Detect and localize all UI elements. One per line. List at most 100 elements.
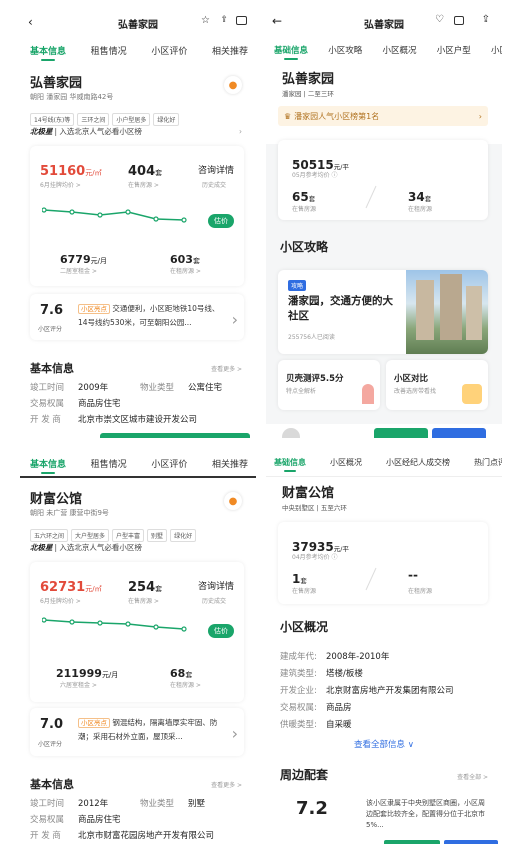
call-button[interactable] — [432, 428, 486, 438]
tag: 大户型居多 — [71, 529, 110, 542]
tab-recommend[interactable]: 相关推荐 — [212, 457, 248, 470]
on-rent-count[interactable]: 603套 — [170, 248, 200, 267]
community-name: 财富公馆 — [30, 492, 83, 507]
info-row: 开 发 商北京市财富花园房地产开发有限公司 — [30, 831, 215, 841]
address: 朝阳 未广营 康营中街9号 — [30, 509, 109, 517]
avg-price[interactable]: 51160元/㎡ — [40, 160, 102, 179]
rank-text: | 入选北京人气必看小区榜 — [54, 543, 142, 552]
message-icon[interactable] — [236, 16, 247, 25]
rent-count[interactable]: -- — [408, 568, 418, 582]
sale-count[interactable]: 65套 — [292, 186, 315, 205]
tab-rent-sale[interactable]: 租售情况 — [91, 44, 127, 57]
tag-list: 14号线(东)等 三环之间 小户型居多 绿化好 — [30, 107, 182, 126]
on-sale-count[interactable]: 254套 — [128, 576, 162, 595]
tab-basic[interactable]: 基本信息 — [30, 457, 66, 474]
info-row: 交易权属 商品房住宅 — [30, 399, 121, 409]
rent-label: 六居室租金 > — [60, 682, 97, 689]
on-rent-label: 在租房源 > — [170, 682, 201, 689]
rent-price[interactable]: 6779元/月 — [60, 248, 107, 267]
tag: 绿化好 — [153, 113, 180, 126]
overview-row: 开发企业: 北京财富房地产开发集团有限公司 — [280, 686, 454, 696]
tab-recommend[interactable]: 相关推荐 — [212, 44, 248, 57]
chevron-right-icon: › — [239, 127, 242, 136]
view-more-link[interactable]: 查看更多 > — [211, 364, 242, 373]
view-more-link[interactable]: 查看更多 > — [211, 780, 242, 789]
share-icon[interactable]: ⇪ — [482, 14, 490, 25]
tab-rent-sale[interactable]: 租售情况 — [91, 457, 127, 470]
price-card: 37935元/平 04月参考均价 ⓘ 1套 在售房源 -- 在租房源 — [278, 522, 488, 604]
estimate-button[interactable]: 估价 — [208, 214, 234, 228]
tag-list: 五六环之间 大户型居多 户型丰富 别墅 绿化好 — [30, 523, 199, 542]
info-row: 竣工时间 2012年 物业类型 别墅 — [30, 799, 206, 809]
score-value: 7.0 — [40, 717, 64, 732]
heart-icon[interactable]: ♡ — [435, 14, 444, 25]
consult-link[interactable]: 咨询详情 — [198, 579, 234, 592]
tab-reviews[interactable]: 小区评价 — [151, 457, 187, 470]
rent-count[interactable]: 34套 — [408, 186, 431, 205]
tab-reviews[interactable]: 小区评价 — [151, 44, 187, 57]
tab-guide[interactable]: 小区攻略 — [328, 44, 362, 56]
contact-button[interactable] — [384, 840, 440, 844]
bottom-action-bar[interactable] — [100, 433, 250, 438]
rank-text: | 入选北京人气必看小区榜 — [54, 127, 142, 136]
guide-tag: 攻略 — [288, 280, 307, 291]
score-card[interactable]: 7.6 小区评分 小区亮点 交通便利，小区距地铁10号线、14号线约530米，可… — [30, 294, 244, 340]
evaluation-card[interactable]: 贝壳测评5.5分 特点全解析 — [278, 360, 380, 410]
on-sale-count[interactable]: 404套 — [128, 160, 162, 179]
rank-banner[interactable]: 北极星 | 入选北京人气必看小区榜 › — [30, 126, 242, 137]
rent-label: 在租房源 — [408, 588, 433, 595]
divider-slash — [365, 185, 377, 209]
on-sale-label: 在售房源 > — [128, 182, 159, 189]
tab-overview[interactable]: 小区概况 — [382, 44, 416, 56]
view-all-info-link[interactable]: 查看全部信息 ∨ — [266, 738, 502, 750]
avg-price[interactable]: 62731元/㎡ — [40, 576, 102, 595]
screenshot-panel-2: ← 弘善家园 ♡ ⇪ 基础信息 小区攻略 小区概况 小区户型 小区 弘善家园 潘… — [266, 8, 502, 438]
tag: 五六环之间 — [30, 529, 69, 542]
map-pin-icon[interactable]: ● — [224, 76, 242, 94]
tab-basic[interactable]: 基础信息 — [274, 457, 306, 472]
share-icon[interactable]: ⇪ — [220, 15, 228, 25]
rent-price[interactable]: 211999元/月 — [56, 662, 118, 681]
call-button[interactable] — [444, 840, 498, 844]
building-shape — [416, 280, 434, 340]
rank-brand: 北极星 — [30, 543, 53, 552]
info-row: 交易权属 商品房住宅 — [30, 815, 121, 825]
on-rent-label: 在租房源 > — [170, 268, 201, 275]
price-card: 50515元/平 05月参考均价 ⓘ 65套 在售房源 34套 在租房源 — [278, 140, 488, 220]
rank-banner[interactable]: 北极星 | 入选北京人气必看小区榜 — [30, 542, 242, 553]
map-pin-icon[interactable]: ● — [224, 492, 242, 510]
address: 朝阳 潘家园 华威南路42号 — [30, 93, 114, 101]
tab-bar: 基础信息 小区概况 小区经纪人成交榜 热门点评 — [274, 457, 502, 472]
score-card[interactable]: 7.0 小区评分 小区亮点 钢混结构，隔离墙厚实牢固、防潮；采用石材外立面，屋顶… — [30, 708, 244, 756]
section-title-overview: 小区概况 — [280, 620, 329, 634]
tab-basic[interactable]: 基本信息 — [30, 44, 66, 61]
contact-button[interactable] — [374, 428, 428, 438]
message-icon[interactable] — [454, 16, 464, 25]
screenshot-panel-4: 基础信息 小区概况 小区经纪人成交榜 热门点评 财富公馆 中央别墅区 | 五至六… — [266, 452, 502, 844]
guide-card[interactable]: 攻略 潘家园，交通方便的大社区 255756人已阅读 — [278, 270, 488, 354]
tab-more[interactable]: 小区 — [491, 44, 502, 56]
tab-basic[interactable]: 基础信息 — [274, 44, 308, 60]
tab-bar: 基本信息 租售情况 小区评价 相关推荐 — [30, 44, 248, 61]
sub-tags: 中央别墅区 | 五至六环 — [282, 504, 347, 512]
basic-info-list: 竣工时间 2012年 物业类型 别墅 交易权属 商品房住宅 开 发 商北京市财富花园房地… — [30, 797, 246, 844]
on-rent-count[interactable]: 68套 — [170, 662, 192, 681]
header-divider — [20, 476, 256, 478]
rank-brand: 北极星 — [30, 127, 53, 136]
tab-agent-rank[interactable]: 小区经纪人成交榜 — [386, 457, 450, 468]
tab-overview[interactable]: 小区概况 — [330, 457, 362, 468]
star-icon[interactable]: ☆ — [201, 15, 210, 26]
highlight-text: 小区亮点 交通便利，小区距地铁10号线、14号线约530米，可至朝阳公园... — [78, 304, 220, 327]
estimate-button[interactable]: 估价 — [208, 624, 234, 638]
sale-count[interactable]: 1套 — [292, 568, 307, 587]
avg-price-label: 6月挂牌均价 > — [40, 598, 81, 605]
compare-card[interactable]: 小区对比 改善选房带看找 — [386, 360, 488, 410]
tab-layouts[interactable]: 小区户型 — [437, 44, 471, 56]
consult-sub: 历史成交 — [201, 182, 226, 189]
overview-row: 建筑类型: 塔楼/板楼 — [280, 669, 363, 679]
tab-reviews[interactable]: 热门点评 — [474, 457, 502, 468]
view-all-link[interactable]: 查看全部 > — [457, 772, 488, 781]
consult-link[interactable]: 咨询详情 — [198, 163, 234, 176]
rank-banner[interactable]: ♛ 潘家园人气小区榜第1名 › — [278, 106, 488, 126]
guide-heading: 潘家园，交通方便的大社区 — [288, 295, 393, 322]
